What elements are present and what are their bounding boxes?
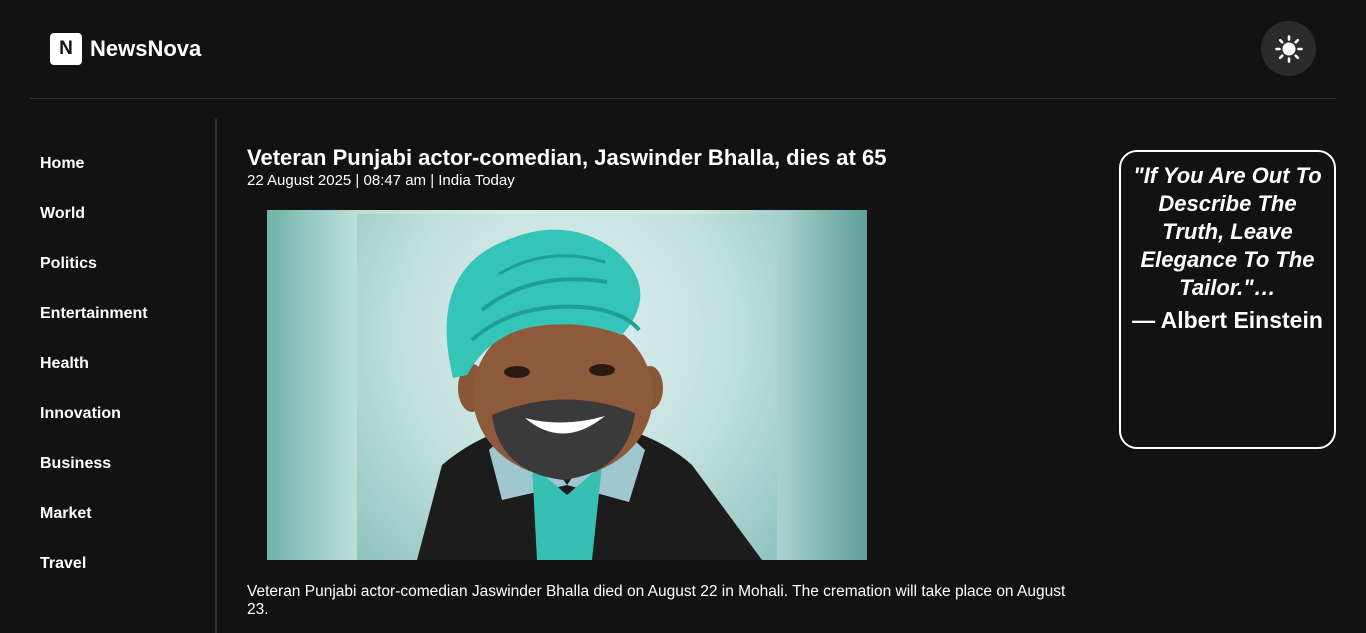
- quote-card: "If You Are Out To Describe The Truth, L…: [1119, 150, 1336, 449]
- sidebar-nav: Home World Politics Entertainment Health…: [0, 119, 217, 633]
- article-title[interactable]: Veteran Punjabi actor-comedian, Jaswinde…: [247, 144, 1067, 172]
- nav-item-travel[interactable]: Travel: [40, 555, 86, 573]
- sun-icon: [1274, 34, 1303, 63]
- nav-item-market[interactable]: Market: [40, 505, 92, 523]
- logo-mark: N: [50, 33, 82, 65]
- article: Veteran Punjabi actor-comedian, Jaswinde…: [247, 144, 1067, 618]
- article-meta: 22 August 2025 | 08:47 am | India Today: [247, 172, 515, 189]
- nav-item-innovation[interactable]: Innovation: [40, 405, 121, 423]
- site-header: N NewsNova: [30, 0, 1336, 99]
- site-logo[interactable]: N NewsNova: [50, 33, 201, 65]
- nav-item-health[interactable]: Health: [40, 355, 89, 373]
- brand-name: NewsNova: [90, 36, 202, 61]
- nav-item-entertainment[interactable]: Entertainment: [40, 305, 148, 323]
- quote-author: — Albert Einstein: [1132, 307, 1323, 333]
- nav-item-world[interactable]: World: [40, 205, 85, 223]
- nav-item-home[interactable]: Home: [40, 155, 84, 173]
- theme-toggle-button[interactable]: [1261, 21, 1316, 76]
- article-image[interactable]: [267, 210, 867, 560]
- nav-item-politics[interactable]: Politics: [40, 255, 97, 273]
- portrait-illustration: [417, 229, 762, 560]
- article-body: Veteran Punjabi actor-comedian Jaswinder…: [247, 583, 1066, 618]
- nav-item-business[interactable]: Business: [40, 455, 111, 473]
- quote-text: "If You Are Out To Describe The Truth, L…: [1133, 163, 1322, 300]
